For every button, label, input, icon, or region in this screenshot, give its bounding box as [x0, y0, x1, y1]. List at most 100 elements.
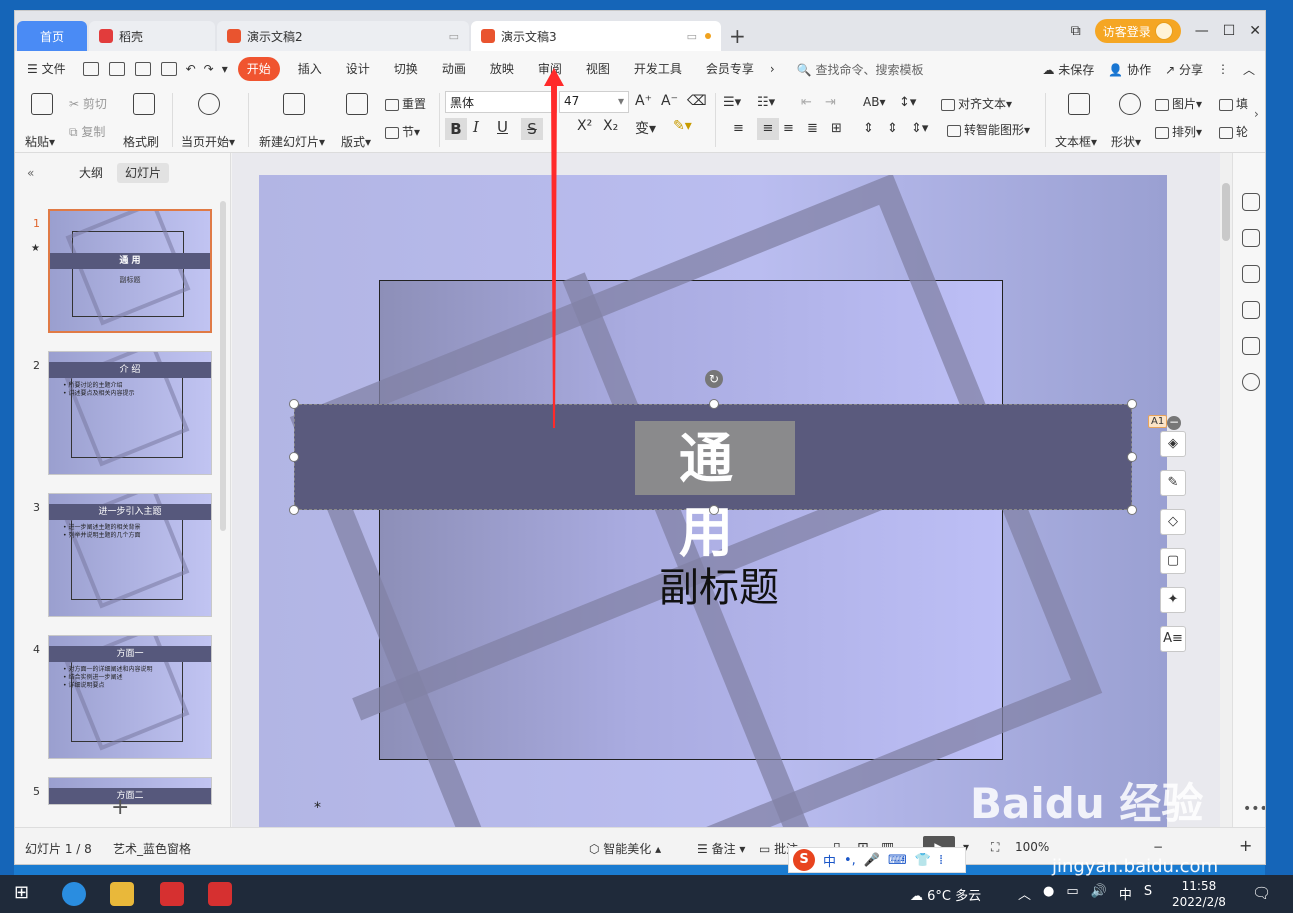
smart-shape-button[interactable]: 转智能图形▾	[947, 121, 1030, 138]
align-left-icon[interactable]: ≡	[733, 121, 744, 136]
text-direction-icon[interactable]: AB▾	[863, 95, 885, 109]
file-explorer-icon[interactable]	[110, 882, 134, 906]
increase-indent-icon[interactable]: ⇥	[825, 95, 836, 110]
resize-handle-right[interactable]	[1127, 452, 1137, 462]
resize-handle-top-right[interactable]	[1127, 399, 1137, 409]
paste-icon[interactable]	[31, 93, 53, 115]
comment-icon[interactable]	[1242, 301, 1260, 319]
decrease-indent-icon[interactable]: ⇤	[801, 95, 812, 110]
keyboard-icon[interactable]: ⌨	[888, 853, 907, 868]
tab-outline[interactable]: 大纲	[71, 163, 111, 183]
align-center-icon[interactable]: ≡	[757, 118, 779, 140]
rotate-handle-icon[interactable]: ↻	[705, 370, 723, 388]
menu-animation[interactable]: 动画	[430, 57, 478, 81]
more-icon[interactable]: •••	[1243, 801, 1265, 817]
menu-transition[interactable]: 切换	[382, 57, 430, 81]
network-icon[interactable]: ▭	[1066, 884, 1078, 903]
resize-handle-bottom[interactable]	[709, 505, 719, 515]
line-spacing-icon[interactable]: ⇕	[863, 121, 874, 136]
format-painter-icon[interactable]	[133, 93, 155, 115]
rocket-icon[interactable]	[1242, 193, 1260, 211]
slide-thumbnail-5[interactable]: 方面二	[48, 777, 212, 805]
command-search[interactable]: 🔍 查找命令、搜索模板	[797, 61, 924, 78]
layout-icon[interactable]	[346, 93, 368, 115]
print-preview-icon[interactable]	[160, 62, 177, 76]
font-badge[interactable]: A1	[1148, 415, 1168, 428]
minimize-icon[interactable]: —	[1195, 23, 1209, 39]
tab-daoke[interactable]: 稻壳	[89, 21, 215, 51]
new-slide-icon[interactable]	[283, 93, 305, 115]
textbox-button[interactable]: 文本框▾	[1055, 133, 1097, 150]
outline-button[interactable]: 轮	[1219, 123, 1248, 140]
save-icon[interactable]	[82, 62, 99, 76]
ime-mode[interactable]: 中	[823, 851, 836, 870]
justify-icon[interactable]: ≣	[807, 121, 818, 136]
unsaved-button[interactable]: ☁ 未保存	[1042, 61, 1094, 78]
undo-icon[interactable]: ↶	[182, 57, 200, 81]
collapse-toolbar-icon[interactable]: −	[1167, 416, 1181, 430]
title-placeholder[interactable]: 通 用	[289, 399, 1137, 564]
guest-login-button[interactable]: 访客登录	[1094, 19, 1181, 43]
menu-member[interactable]: 会员专享	[694, 57, 766, 81]
edge-browser-icon[interactable]	[62, 882, 86, 906]
highlight-icon[interactable]: ✎▾	[673, 118, 692, 134]
zoom-level[interactable]: 100%	[1015, 840, 1049, 854]
more-menus-chevron-icon[interactable]: ›	[766, 57, 779, 81]
tray-app-icon[interactable]: ●	[1043, 884, 1054, 903]
slide-thumbnail-2[interactable]: 介 绍 • 所要讨论的主题介绍 • 讲述要点及相关内容提示	[48, 351, 212, 475]
sogou-tray-icon[interactable]: S	[1144, 884, 1152, 903]
share-button[interactable]: ↗ 分享	[1165, 61, 1203, 78]
ime-menu-icon[interactable]: ⁞	[939, 853, 943, 868]
robot-icon[interactable]	[1242, 337, 1260, 355]
menu-design[interactable]: 设计	[334, 57, 382, 81]
border-icon[interactable]: ▢	[1160, 548, 1186, 574]
collapse-ribbon-icon[interactable]: ︿	[1243, 61, 1255, 78]
new-slide-button[interactable]: 新建幻灯片▾	[259, 133, 325, 150]
zoom-in-icon[interactable]: +	[1239, 836, 1252, 855]
slide-title-text[interactable]: 通 用	[635, 421, 795, 564]
slide-thumbnail-1[interactable]: 通 用 副标题	[48, 209, 212, 333]
tab-home[interactable]: 首页	[17, 21, 87, 51]
skin-icon[interactable]: 👕	[915, 853, 931, 868]
text-style-icon[interactable]: A≡	[1160, 626, 1186, 652]
increase-font-icon[interactable]: A⁺	[635, 93, 652, 109]
tab-document-2[interactable]: 演示文稿2 ▭	[217, 21, 469, 51]
slide-thumbnail-3[interactable]: 进一步引入主题 • 进一步阐述主题的相关背景 • 列举并说明主题的几个方面	[48, 493, 212, 617]
quick-access-dropdown-icon[interactable]: ▾	[218, 57, 232, 81]
superscript-icon[interactable]: X²	[577, 118, 592, 134]
fill-bucket-icon[interactable]: ◇	[1160, 509, 1186, 535]
resize-handle-top-left[interactable]	[289, 399, 299, 409]
paste-button[interactable]: 粘贴▾	[25, 133, 55, 150]
play-from-current-button[interactable]: 当页开始▾	[181, 133, 235, 150]
tab-slides[interactable]: 幻灯片	[117, 163, 170, 183]
more-options-icon[interactable]: ⋮	[1217, 62, 1229, 76]
play-icon[interactable]	[198, 93, 220, 115]
format-painter-button[interactable]: 格式刷	[123, 133, 159, 150]
collapse-panel-icon[interactable]: «	[19, 163, 42, 183]
layers-icon[interactable]: ◈	[1160, 431, 1186, 457]
italic-icon[interactable]: I	[473, 118, 479, 136]
lightbulb-icon[interactable]: ✦	[1160, 587, 1186, 613]
shape-icon[interactable]	[1119, 93, 1141, 115]
tab-document-3[interactable]: 演示文稿3 ▭	[471, 21, 721, 51]
subscript-icon[interactable]: X₂	[603, 118, 618, 134]
strikethrough-icon[interactable]: S	[521, 118, 543, 140]
print-icon[interactable]	[134, 62, 151, 76]
clock[interactable]: 11:58 2022/2/8	[1172, 878, 1226, 910]
decrease-font-icon[interactable]: A⁻	[661, 93, 678, 109]
resize-handle-left[interactable]	[289, 452, 299, 462]
menu-view[interactable]: 视图	[574, 57, 622, 81]
shape-button[interactable]: 形状▾	[1111, 133, 1141, 150]
arrange-button[interactable]: 排列▾	[1155, 123, 1202, 140]
ribbon-scroll-right-icon[interactable]: ›	[1254, 107, 1259, 121]
settings-sliders-icon[interactable]	[1242, 229, 1260, 247]
weather-widget[interactable]: ☁ 6°C 多云	[910, 885, 981, 904]
collaborate-button[interactable]: 👤 协作	[1108, 61, 1151, 78]
resize-handle-bottom-left[interactable]	[289, 505, 299, 515]
font-name-select[interactable]: 黑体	[445, 91, 557, 113]
align-right-icon[interactable]: ≡	[783, 121, 794, 136]
menu-insert[interactable]: 插入	[286, 57, 334, 81]
volume-icon[interactable]: 🔊	[1091, 884, 1107, 903]
new-tab-button[interactable]: +	[729, 24, 746, 48]
punctuation-icon[interactable]: •,	[844, 853, 856, 868]
